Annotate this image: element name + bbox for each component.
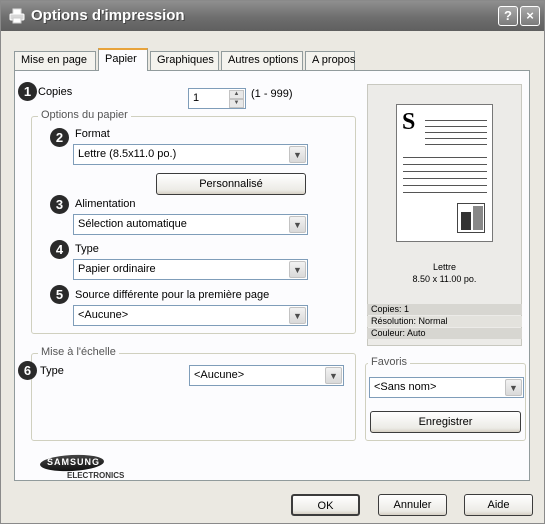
paper-size: 8.50 x 11.00 po.: [412, 274, 477, 284]
source-value: Sélection automatique: [78, 218, 187, 230]
format-select[interactable]: Lettre (8.5x11.0 po.) ▼: [73, 144, 308, 165]
custom-size-button[interactable]: Personnalisé: [156, 173, 306, 195]
callout-marker-2: 2: [50, 128, 69, 147]
callout-marker-6: 6: [18, 361, 37, 380]
help-title-button[interactable]: ?: [498, 6, 518, 26]
chevron-down-icon[interactable]: ▼: [289, 261, 306, 278]
ok-button[interactable]: OK: [291, 494, 360, 516]
samsung-logo-text: SAMSUNG: [47, 457, 101, 467]
copies-spinner[interactable]: 1 ▲ ▼: [188, 88, 246, 109]
preview-lines-full: [403, 151, 487, 196]
source-label: Alimentation: [75, 198, 136, 210]
first-page-source-select[interactable]: <Aucune> ▼: [73, 305, 308, 326]
copies-range: (1 - 999): [251, 88, 293, 100]
help-button[interactable]: Aide: [464, 494, 533, 516]
format-value: Lettre (8.5x11.0 po.): [78, 148, 177, 160]
scaling-type-value: <Aucune>: [194, 369, 245, 381]
save-favorite-button[interactable]: Enregistrer: [370, 411, 521, 433]
print-options-window: Options d'impression ? × Mise en page Pa…: [0, 0, 545, 524]
favorites-select[interactable]: <Sans nom> ▼: [369, 377, 524, 398]
summary-resolution: Résolution: Normal: [367, 316, 522, 327]
first-page-source-value: <Aucune>: [78, 309, 129, 321]
first-page-source-label: Source différente pour la première page: [75, 289, 270, 301]
samsung-electronics-text: ELECTRONICS: [67, 471, 125, 480]
tab-autres-options[interactable]: Autres options: [221, 51, 303, 70]
favorites-group-label: Favoris: [368, 356, 411, 368]
scaling-type-select[interactable]: <Aucune> ▼: [189, 365, 344, 386]
paper-preview-sheet: S: [396, 104, 493, 242]
title-bar[interactable]: Options d'impression ? ×: [1, 1, 544, 31]
window-title: Options d'impression: [31, 7, 185, 24]
chevron-down-icon[interactable]: ▼: [505, 379, 522, 396]
spin-up-arrow-icon[interactable]: ▲: [229, 90, 244, 99]
chevron-down-icon[interactable]: ▼: [325, 367, 342, 384]
scaling-group-label: Mise à l'échelle: [38, 346, 119, 358]
format-label: Format: [75, 128, 110, 140]
tab-a-propos[interactable]: A propos: [305, 51, 355, 70]
chevron-down-icon[interactable]: ▼: [289, 146, 306, 163]
paper-name: Lettre: [432, 262, 456, 272]
preview-lines: [425, 115, 487, 145]
paper-type-select[interactable]: Papier ordinaire ▼: [73, 259, 308, 280]
type-label: Type: [75, 243, 99, 255]
tab-graphiques[interactable]: Graphiques: [150, 51, 219, 70]
paper-options-group-label: Options du papier: [38, 109, 131, 121]
preview-letter: S: [402, 109, 416, 135]
callout-marker-5: 5: [50, 285, 69, 304]
callout-marker-4: 4: [50, 240, 69, 259]
paper-type-value: Papier ordinaire: [78, 263, 156, 275]
chevron-down-icon[interactable]: ▼: [289, 307, 306, 324]
chevron-down-icon[interactable]: ▼: [289, 216, 306, 233]
copies-value: 1: [193, 92, 200, 104]
tab-papier[interactable]: Papier: [98, 48, 148, 71]
summary-color: Couleur: Auto: [367, 328, 522, 339]
spin-down-arrow-icon[interactable]: ▼: [229, 99, 244, 108]
close-button[interactable]: ×: [520, 6, 540, 26]
callout-marker-1: 1: [18, 82, 37, 101]
preview-image-block: [457, 203, 485, 233]
callout-marker-3: 3: [50, 195, 69, 214]
source-select[interactable]: Sélection automatique ▼: [73, 214, 308, 235]
scaling-type-label: Type: [40, 365, 64, 377]
summary-copies: Copies: 1: [367, 304, 522, 315]
copies-label: Copies: [38, 86, 73, 98]
printer-icon: [9, 8, 25, 24]
cancel-button[interactable]: Annuler: [378, 494, 447, 516]
tab-mise-en-page[interactable]: Mise en page: [14, 51, 96, 70]
favorites-value: <Sans nom>: [374, 381, 437, 393]
